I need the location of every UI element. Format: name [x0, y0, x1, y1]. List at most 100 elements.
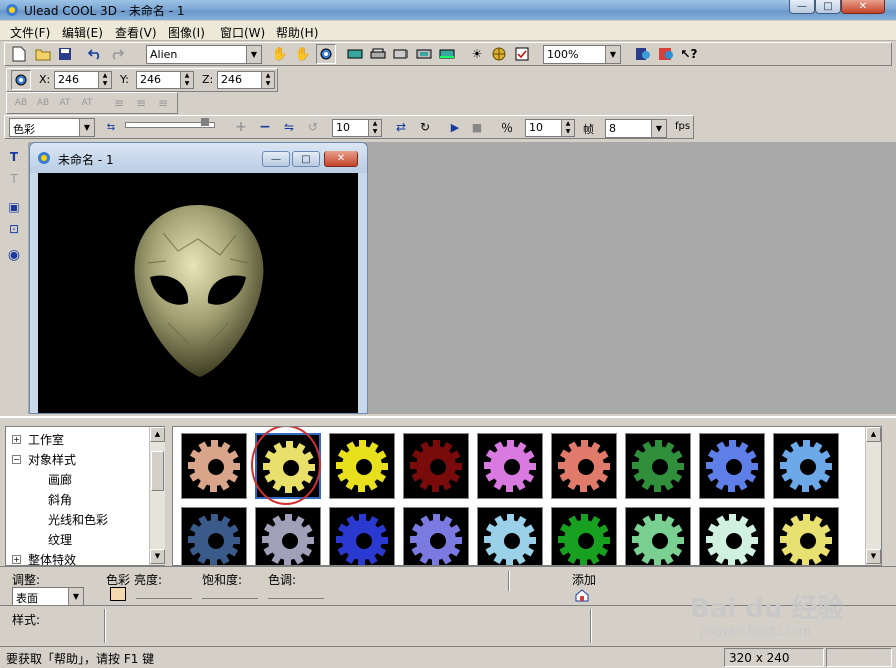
insert-geometry-button[interactable]: ◉	[4, 245, 24, 265]
open-file-button[interactable]	[33, 44, 53, 64]
view-top-button[interactable]	[368, 44, 388, 64]
style-thumbnail[interactable]	[329, 433, 395, 499]
menu-view[interactable]: 查看(V)	[115, 24, 157, 41]
view-back-button[interactable]	[414, 44, 434, 64]
align-right-button[interactable]: ≡	[153, 93, 173, 113]
hue-slider[interactable]	[268, 587, 324, 599]
undo-button[interactable]	[85, 44, 105, 64]
stop-button[interactable]: ■	[467, 117, 487, 137]
view-bottom-button[interactable]	[437, 44, 457, 64]
save-button[interactable]	[55, 44, 75, 64]
style-thumbnail[interactable]	[403, 433, 469, 499]
frame-count-spinner-arrows[interactable]: ▲ ▼	[561, 120, 574, 136]
scroll-up-arrow[interactable]: ▲	[150, 427, 165, 442]
scroll-down-arrow[interactable]: ▼	[866, 549, 881, 564]
select-object-button[interactable]	[316, 44, 336, 64]
frame-rate-button[interactable]: ％	[497, 117, 517, 137]
text-spacing-wide-button[interactable]: AB	[33, 93, 53, 113]
preview-button[interactable]	[633, 44, 653, 64]
scroll-thumb[interactable]	[151, 451, 164, 491]
brightness-slider[interactable]	[136, 587, 192, 599]
tree-expander-studio[interactable]: +	[12, 435, 21, 444]
style-thumbnail[interactable]	[773, 433, 839, 499]
tree-item-light-color[interactable]: 光线和色彩	[48, 511, 108, 528]
y-spinner-arrows[interactable]: ▲ ▼	[180, 72, 193, 88]
menu-file[interactable]: 文件(F)	[10, 24, 50, 41]
insert-graphic-button[interactable]: ▣	[4, 197, 24, 217]
style-thumbnail-selected[interactable]	[251, 427, 321, 505]
rotate-tool-button[interactable]: ✋	[293, 44, 313, 64]
doc-minimize-button[interactable]: —	[262, 151, 290, 167]
style-thumbnail[interactable]	[403, 507, 469, 565]
close-button[interactable]: ✕	[841, 0, 885, 14]
play-button[interactable]: ▶	[445, 117, 465, 137]
add-to-library-button[interactable]	[572, 585, 592, 605]
style-thumbnail[interactable]	[625, 433, 691, 499]
menu-edit[interactable]: 编辑(E)	[62, 24, 103, 41]
style-thumbnail[interactable]	[477, 433, 543, 499]
z-spinner-arrows[interactable]: ▲ ▼	[261, 72, 274, 88]
line-spacing-button[interactable]: AT	[55, 93, 75, 113]
font-select[interactable]: Alien ▼	[146, 45, 262, 64]
tree-expander-object-style[interactable]: −	[12, 455, 21, 464]
saturation-slider[interactable]	[202, 587, 258, 599]
timeline-slider-thumb[interactable]	[201, 118, 209, 126]
web-button[interactable]	[489, 44, 509, 64]
style-thumbnail[interactable]	[625, 507, 691, 565]
x-coordinate-input[interactable]: 246 ▲ ▼	[54, 71, 112, 89]
reverse-keyframe-button[interactable]: ⇋	[279, 117, 299, 137]
view-front-button[interactable]	[345, 44, 365, 64]
style-thumbnail[interactable]	[181, 507, 247, 565]
scroll-up-arrow[interactable]: ▲	[866, 427, 881, 442]
align-left-button[interactable]: ≡	[109, 93, 129, 113]
style-thumbnail[interactable]	[181, 433, 247, 499]
maximize-button[interactable]: □	[815, 0, 841, 14]
fps-select[interactable]: 8 ▼	[605, 119, 667, 138]
loop-button[interactable]: ⇄	[391, 117, 411, 137]
tree-item-bevel[interactable]: 斜角	[48, 491, 72, 508]
tree-item-studio[interactable]: 工作室	[28, 431, 64, 448]
style-thumbnail[interactable]	[329, 507, 395, 565]
style-thumbnail[interactable]	[551, 507, 617, 565]
attribute-select[interactable]: 色彩 ▼	[9, 118, 95, 137]
properties-button[interactable]	[512, 44, 532, 64]
title-bar[interactable]: Ulead COOL 3D - 未命名 - 1 — □ ✕	[0, 0, 896, 20]
menu-help[interactable]: 帮助(H)	[276, 24, 318, 41]
document-window[interactable]: 未命名 - 1 — □ ✕	[29, 142, 368, 414]
style-thumbnail[interactable]	[255, 507, 321, 565]
document-title-bar[interactable]: 未命名 - 1 — □ ✕	[30, 143, 367, 173]
style-thumbnail[interactable]	[551, 433, 617, 499]
style-thumbnail[interactable]	[773, 507, 839, 565]
z-coordinate-input[interactable]: 246 ▲ ▼	[217, 71, 275, 89]
gallery-scrollbar[interactable]: ▲ ▼	[865, 427, 881, 565]
style-thumbnail[interactable]	[699, 433, 765, 499]
edit-text-button[interactable]: T	[4, 169, 24, 189]
ping-pong-button[interactable]: ↻	[415, 117, 435, 137]
tree-item-object-style[interactable]: 对象样式	[28, 451, 76, 468]
menu-window[interactable]: 窗口(W)	[220, 24, 265, 41]
frame-count-input[interactable]: 10 ▲ ▼	[525, 119, 575, 137]
move-object-button[interactable]	[11, 70, 31, 90]
scroll-down-arrow[interactable]: ▼	[150, 549, 165, 564]
redo-button[interactable]	[107, 44, 127, 64]
tree-scrollbar[interactable]: ▲ ▼	[149, 427, 165, 565]
minimize-button[interactable]: —	[789, 0, 815, 14]
line-spacing-wide-button[interactable]: AT	[77, 93, 97, 113]
adjust-select[interactable]: 表面 ▼	[12, 587, 84, 606]
style-thumbnail[interactable]	[477, 507, 543, 565]
remove-keyframe-button[interactable]: −	[255, 117, 275, 137]
text-spacing-button[interactable]: AB	[11, 93, 31, 113]
tree-item-texture[interactable]: 纹理	[48, 531, 72, 548]
view-side-button[interactable]	[391, 44, 411, 64]
align-center-button[interactable]: ≡	[131, 93, 151, 113]
x-spinner-arrows[interactable]: ▲ ▼	[98, 72, 111, 88]
menu-image[interactable]: 图像(I)	[168, 24, 205, 41]
light-button[interactable]: ☀	[467, 44, 487, 64]
tree-item-gallery[interactable]: 画廊	[48, 471, 72, 488]
alien-head-object[interactable]	[38, 173, 358, 413]
add-keyframe-button[interactable]: +	[231, 117, 251, 137]
current-frame-input[interactable]: 10 ▲ ▼	[332, 119, 382, 137]
frame-spinner-arrows[interactable]: ▲ ▼	[368, 120, 381, 136]
render-canvas[interactable]	[38, 173, 358, 413]
doc-maximize-button[interactable]: □	[292, 151, 320, 167]
